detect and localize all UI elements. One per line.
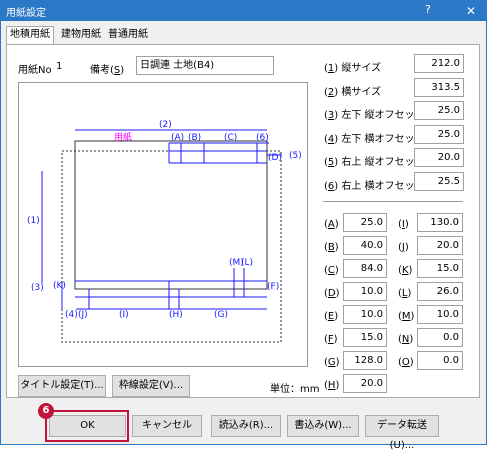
diagram-label-1: (1) [27,216,40,226]
field-label-g: (G) [324,357,340,368]
field-b-input[interactable]: 40.0 [343,236,387,255]
field-h-input[interactable]: 20.0 [343,374,387,393]
paper-settings-dialog: 用紙設定 ? ✕ 地積用紙 建物用紙 普通用紙 用紙No 1 備考(S) 日調連… [0,0,487,451]
frame-setting-button[interactable]: 枠線設定(V)... [112,375,190,397]
field-label-3: (3) 左下 縦オフセット [324,110,425,121]
upper-right-horizontal-offset-input[interactable]: 25.5 [414,172,464,191]
field-label-j: (J) [398,242,409,253]
field-label-a: (A) [324,219,339,230]
diagram-label-5: (5) [289,151,302,161]
tab-land-paper[interactable]: 地積用紙 [6,26,54,46]
diagram-label-a: (A) [171,133,184,143]
field-label-4: (4) 左下 横オフセット [324,134,425,145]
field-label-6: (6) 右上 横オフセット [324,181,425,192]
horizontal-size-input[interactable]: 313.5 [414,78,464,97]
field-label-1: (1) 縦サイズ [324,63,382,74]
diagram-label-d: (D) [268,153,282,163]
diagram-paper-label: 用紙 [114,131,132,143]
diagram-label-4: (4) [65,310,78,320]
field-label-c: (C) [324,265,339,276]
field-k-input[interactable]: 15.0 [417,259,463,278]
field-g-input[interactable]: 128.0 [343,351,387,370]
paper-no-label: 用紙No [18,65,52,76]
ok-highlight-frame [45,410,129,442]
field-label-m: (M) [398,311,415,322]
field-label-k: (K) [398,265,413,276]
title-setting-button[interactable]: タイトル設定(T)... [18,375,106,397]
diagram-label-6: (6) [256,133,269,143]
diagram-label-c: (C) [224,133,237,143]
diagram-label-2: (2) [159,120,172,130]
tab-building-paper[interactable]: 建物用紙 [58,27,104,43]
lower-left-horizontal-offset-input[interactable]: 25.0 [414,125,464,144]
close-icon[interactable]: ✕ [457,1,485,21]
data-transfer-button[interactable]: データ転送(U)... [365,415,439,451]
field-label-h: (H) [324,380,340,391]
layout-diagram-svg: (2) (A) (B) (C) (6) (D) (5) (1) (M) (L) … [27,120,302,343]
diagram-label-h: (H) [169,310,183,320]
field-i-input[interactable]: 130.0 [417,213,463,232]
diagram-label-k: (K) [53,281,66,291]
lower-left-vertical-offset-input[interactable]: 25.0 [414,101,464,120]
help-icon[interactable]: ? [425,3,431,16]
field-a-input[interactable]: 25.0 [343,213,387,232]
field-label-b: (B) [324,242,339,253]
field-label-5: (5) 右上 縦オフセット [324,157,425,168]
field-label-e: (E) [324,311,339,322]
paper-layout-diagram: (2) (A) (B) (C) (6) (D) (5) (1) (M) (L) … [18,82,308,367]
remarks-input[interactable]: 日調連 土地(B4) [136,56,274,75]
field-f-input[interactable]: 15.0 [343,328,387,347]
diagram-label-i: (I) [119,310,129,320]
paper-no-value: 1 [56,61,63,72]
diagram-label-g: (G) [214,310,228,320]
callout-badge: 6 [38,403,54,419]
diagram-label-b: (B) [188,133,201,143]
cancel-button[interactable]: キャンセル [132,415,202,437]
title-bar: 用紙設定 ? ✕ [1,1,486,21]
diagram-label-j: (J) [78,310,88,320]
field-c-input[interactable]: 84.0 [343,259,387,278]
field-n-input[interactable]: 0.0 [417,328,463,347]
field-label-2: (2) 横サイズ [324,87,382,98]
diagram-label-3: (3) [31,283,44,293]
field-e-input[interactable]: 10.0 [343,305,387,324]
load-button[interactable]: 読込み(R)... [211,415,281,437]
separator [323,201,463,202]
unit-label: 単位：mm [270,384,320,395]
diagram-label-l: (L) [241,258,253,268]
field-l-input[interactable]: 26.0 [417,282,463,301]
write-button[interactable]: 書込み(W)... [287,415,359,437]
field-label-f: (F) [324,334,338,345]
field-label-l: (L) [398,288,412,299]
field-j-input[interactable]: 20.0 [417,236,463,255]
field-m-input[interactable]: 10.0 [417,305,463,324]
field-o-input[interactable]: 0.0 [417,351,463,370]
upper-right-vertical-offset-input[interactable]: 20.0 [414,148,464,167]
diagram-label-f: (F) [267,282,279,292]
window-title: 用紙設定 [6,8,46,19]
vertical-size-input[interactable]: 212.0 [414,54,464,73]
field-label-i: (I) [398,219,409,230]
field-label-n: (N) [398,334,414,345]
field-d-input[interactable]: 10.0 [343,282,387,301]
field-label-d: (D) [324,288,340,299]
field-label-o: (O) [398,357,414,368]
tab-normal-paper[interactable]: 普通用紙 [105,27,151,43]
remarks-label: 備考(S) [90,65,125,76]
